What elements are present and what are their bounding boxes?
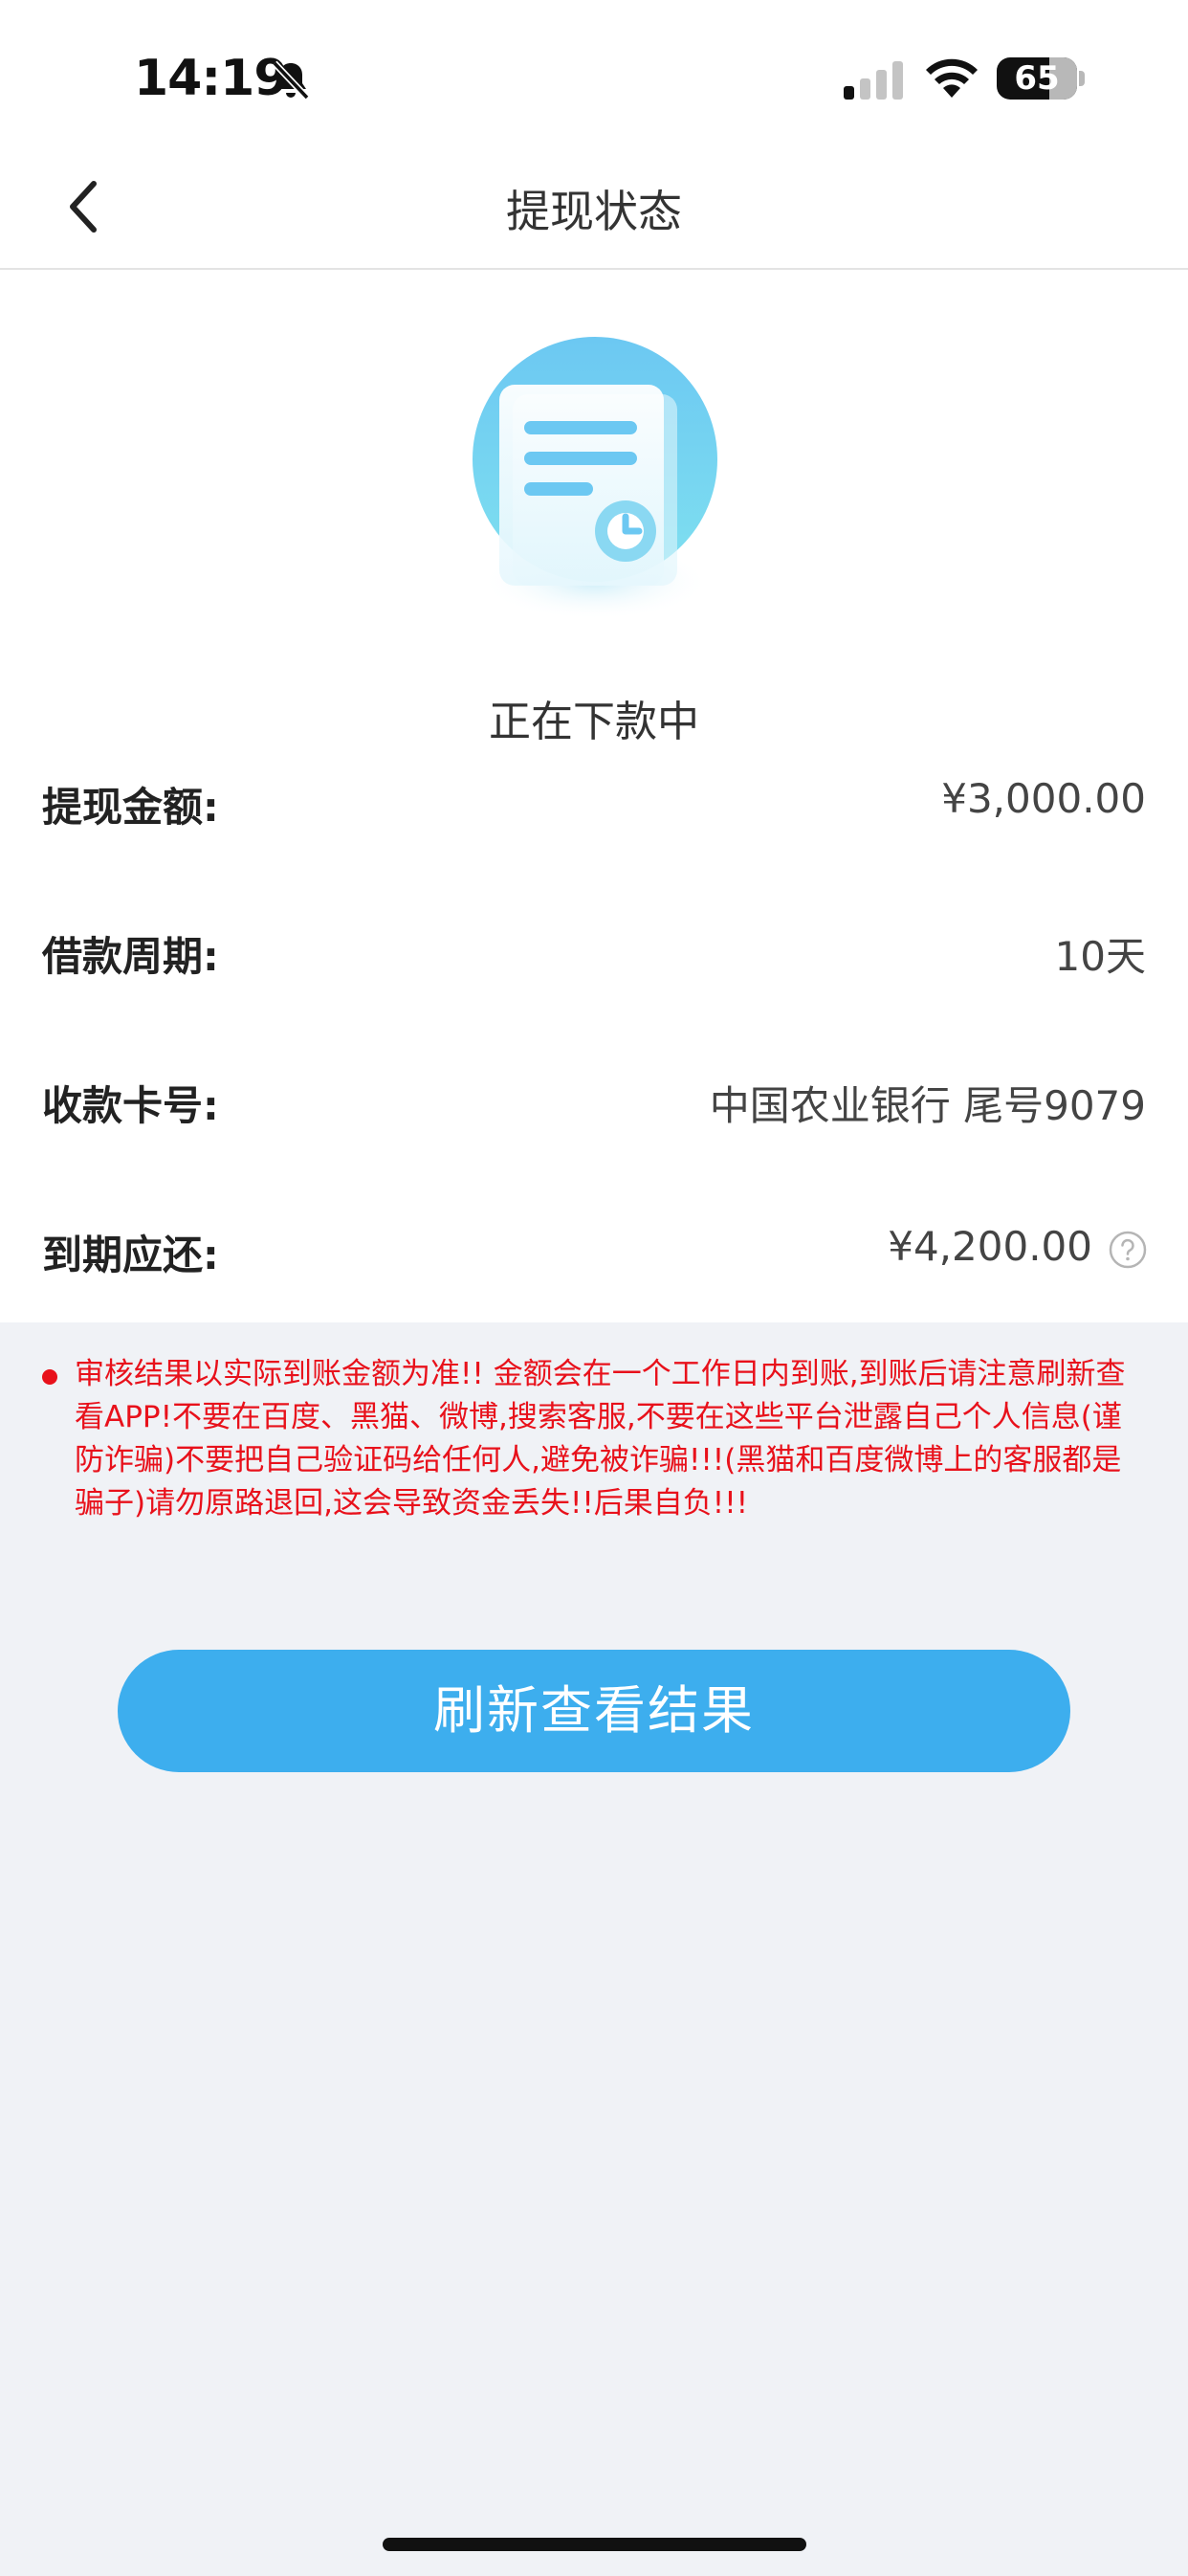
wifi-icon bbox=[926, 58, 978, 98]
due-amount-value: ¥4,200.00 bbox=[888, 1223, 1092, 1270]
warning-notice: 审核结果以实际到账金额为准!! 金额会在一个工作日内到账,到账后请注意刷新查看A… bbox=[75, 1357, 1126, 1521]
notice-bullet bbox=[42, 1369, 57, 1385]
refresh-button[interactable]: 刷新查看结果 bbox=[118, 1650, 1070, 1772]
page-title: 提现状态 bbox=[506, 186, 682, 237]
signal-icon bbox=[844, 61, 903, 100]
withdrawal-status-text: 正在下款中 bbox=[489, 698, 699, 746]
battery-cap bbox=[1079, 71, 1085, 86]
loan-period-label: 借款周期: bbox=[42, 933, 219, 980]
card-number-label: 收款卡号: bbox=[42, 1082, 219, 1129]
amount-value: ¥3,000.00 bbox=[941, 775, 1146, 822]
help-circle-icon[interactable] bbox=[1108, 1230, 1148, 1270]
battery-icon: 65 bbox=[997, 57, 1077, 100]
document-clock-icon bbox=[473, 337, 717, 620]
amount-label: 提现金额: bbox=[42, 784, 219, 831]
home-indicator[interactable] bbox=[383, 2538, 806, 2551]
card-number-value: 中国农业银行 尾号9079 bbox=[709, 1082, 1146, 1129]
due-amount-label: 到期应还: bbox=[42, 1232, 219, 1278]
loan-period-value: 10天 bbox=[1054, 933, 1146, 980]
bell-muted-icon bbox=[272, 60, 310, 100]
status-time: 14:19 bbox=[134, 50, 289, 107]
nav-divider bbox=[0, 268, 1188, 270]
battery-level: 65 bbox=[1014, 59, 1060, 98]
